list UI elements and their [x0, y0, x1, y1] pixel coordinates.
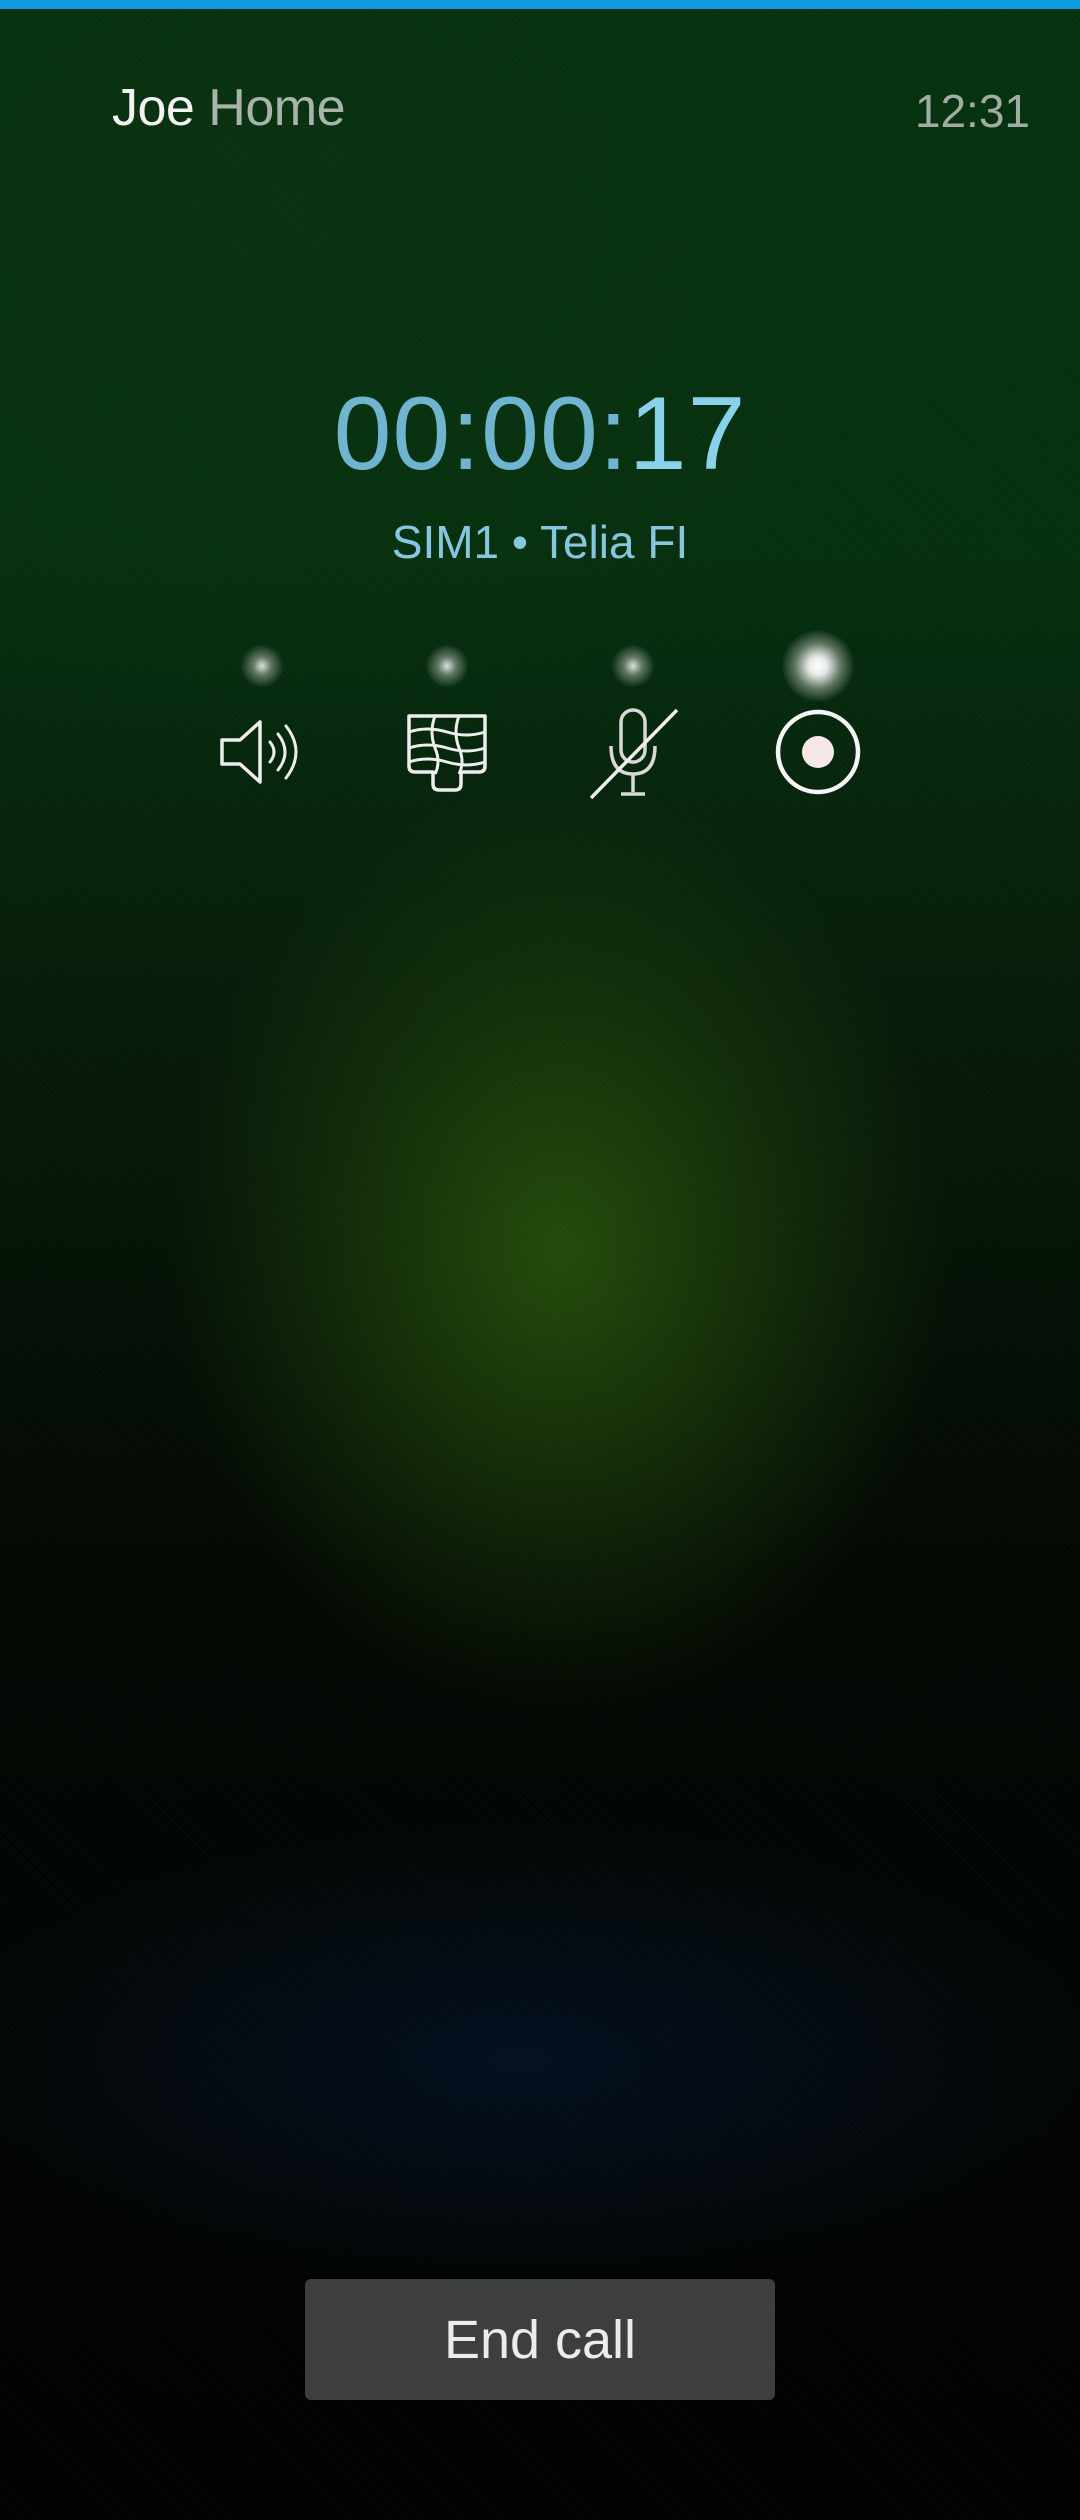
record-indicator — [782, 630, 854, 702]
mute-indicator — [611, 644, 655, 688]
keypad-icon — [407, 714, 487, 792]
keypad-indicator — [425, 644, 469, 688]
caller-label: Joe Home — [112, 78, 346, 138]
record-button[interactable] — [748, 610, 888, 810]
call-controls — [0, 610, 1080, 810]
call-timer-main: 00:00: — [333, 376, 629, 492]
call-timer-seconds: 17 — [628, 376, 747, 492]
record-icon — [775, 709, 861, 795]
contact-name: Joe — [112, 79, 195, 137]
keypad-button[interactable] — [377, 610, 517, 810]
mute-button[interactable] — [563, 610, 703, 810]
status-accent-bar — [0, 0, 1080, 9]
end-call-button[interactable]: End call — [305, 2279, 775, 2400]
clock: 12:31 — [914, 85, 1030, 137]
call-timer: 00:00:17 — [0, 375, 1080, 494]
number-type: Home — [208, 79, 346, 137]
mute-mic-icon — [589, 708, 679, 800]
sim-info: SIM1 • Telia FI — [391, 516, 689, 568]
speaker-button[interactable] — [192, 610, 332, 810]
speaker-indicator — [240, 644, 284, 688]
speaker-icon — [220, 720, 298, 784]
